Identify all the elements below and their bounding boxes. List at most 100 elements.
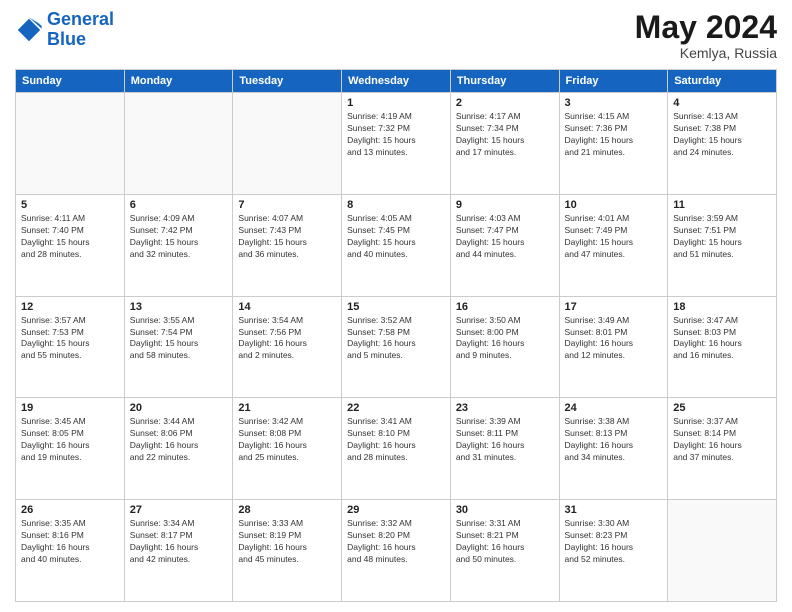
table-row: 21 Sunrise: 3:42 AM Sunset: 8:08 PM Dayli… [233, 398, 342, 500]
day-info: Sunrise: 3:37 AM Sunset: 8:14 PM Dayligh… [673, 416, 771, 464]
day-number: 10 [565, 199, 663, 211]
calendar-table: Sunday Monday Tuesday Wednesday Thursday… [15, 69, 777, 602]
day-number: 8 [347, 199, 445, 211]
table-row: 29 Sunrise: 3:32 AM Sunset: 8:20 PM Dayli… [342, 500, 451, 602]
day-number: 26 [21, 504, 119, 516]
col-wednesday: Wednesday [342, 70, 451, 93]
day-info: Sunrise: 3:45 AM Sunset: 8:05 PM Dayligh… [21, 416, 119, 464]
day-number: 5 [21, 199, 119, 211]
header: General Blue May 2024 Kemlya, Russia [15, 10, 777, 61]
logo-text: General Blue [47, 10, 114, 50]
day-number: 2 [456, 97, 554, 109]
day-number: 6 [130, 199, 228, 211]
calendar-week-3: 12 Sunrise: 3:57 AM Sunset: 7:53 PM Dayli… [16, 296, 777, 398]
logo-general: General [47, 9, 114, 29]
day-info: Sunrise: 3:59 AM Sunset: 7:51 PM Dayligh… [673, 213, 771, 261]
day-number: 14 [238, 301, 336, 313]
table-row: 19 Sunrise: 3:45 AM Sunset: 8:05 PM Dayli… [16, 398, 125, 500]
day-number: 27 [130, 504, 228, 516]
day-info: Sunrise: 3:50 AM Sunset: 8:00 PM Dayligh… [456, 315, 554, 363]
day-info: Sunrise: 4:19 AM Sunset: 7:32 PM Dayligh… [347, 111, 445, 159]
day-info: Sunrise: 3:57 AM Sunset: 7:53 PM Dayligh… [21, 315, 119, 363]
day-info: Sunrise: 3:31 AM Sunset: 8:21 PM Dayligh… [456, 518, 554, 566]
table-row: 30 Sunrise: 3:31 AM Sunset: 8:21 PM Dayli… [450, 500, 559, 602]
day-number: 16 [456, 301, 554, 313]
day-number: 21 [238, 402, 336, 414]
logo: General Blue [15, 10, 114, 50]
table-row: 11 Sunrise: 3:59 AM Sunset: 7:51 PM Dayli… [668, 194, 777, 296]
day-info: Sunrise: 3:39 AM Sunset: 8:11 PM Dayligh… [456, 416, 554, 464]
day-info: Sunrise: 3:52 AM Sunset: 7:58 PM Dayligh… [347, 315, 445, 363]
calendar-header-row: Sunday Monday Tuesday Wednesday Thursday… [16, 70, 777, 93]
day-number: 22 [347, 402, 445, 414]
col-thursday: Thursday [450, 70, 559, 93]
title-block: May 2024 Kemlya, Russia [635, 10, 777, 61]
day-number: 30 [456, 504, 554, 516]
day-info: Sunrise: 4:11 AM Sunset: 7:40 PM Dayligh… [21, 213, 119, 261]
day-info: Sunrise: 4:13 AM Sunset: 7:38 PM Dayligh… [673, 111, 771, 159]
col-tuesday: Tuesday [233, 70, 342, 93]
day-info: Sunrise: 4:05 AM Sunset: 7:45 PM Dayligh… [347, 213, 445, 261]
table-row: 6 Sunrise: 4:09 AM Sunset: 7:42 PM Daylig… [124, 194, 233, 296]
day-info: Sunrise: 4:17 AM Sunset: 7:34 PM Dayligh… [456, 111, 554, 159]
table-row: 26 Sunrise: 3:35 AM Sunset: 8:16 PM Dayli… [16, 500, 125, 602]
day-info: Sunrise: 3:41 AM Sunset: 8:10 PM Dayligh… [347, 416, 445, 464]
day-info: Sunrise: 3:54 AM Sunset: 7:56 PM Dayligh… [238, 315, 336, 363]
table-row: 24 Sunrise: 3:38 AM Sunset: 8:13 PM Dayli… [559, 398, 668, 500]
col-friday: Friday [559, 70, 668, 93]
day-info: Sunrise: 3:32 AM Sunset: 8:20 PM Dayligh… [347, 518, 445, 566]
table-row: 20 Sunrise: 3:44 AM Sunset: 8:06 PM Dayli… [124, 398, 233, 500]
table-row: 5 Sunrise: 4:11 AM Sunset: 7:40 PM Daylig… [16, 194, 125, 296]
day-number: 13 [130, 301, 228, 313]
calendar-week-2: 5 Sunrise: 4:11 AM Sunset: 7:40 PM Daylig… [16, 194, 777, 296]
table-row [124, 93, 233, 195]
calendar-title: May 2024 [635, 10, 777, 45]
table-row [233, 93, 342, 195]
day-number: 12 [21, 301, 119, 313]
table-row: 28 Sunrise: 3:33 AM Sunset: 8:19 PM Dayli… [233, 500, 342, 602]
day-number: 3 [565, 97, 663, 109]
day-info: Sunrise: 3:49 AM Sunset: 8:01 PM Dayligh… [565, 315, 663, 363]
day-info: Sunrise: 3:38 AM Sunset: 8:13 PM Dayligh… [565, 416, 663, 464]
table-row: 17 Sunrise: 3:49 AM Sunset: 8:01 PM Dayli… [559, 296, 668, 398]
calendar-week-5: 26 Sunrise: 3:35 AM Sunset: 8:16 PM Dayli… [16, 500, 777, 602]
table-row [668, 500, 777, 602]
day-info: Sunrise: 4:01 AM Sunset: 7:49 PM Dayligh… [565, 213, 663, 261]
day-info: Sunrise: 3:44 AM Sunset: 8:06 PM Dayligh… [130, 416, 228, 464]
day-number: 20 [130, 402, 228, 414]
table-row: 14 Sunrise: 3:54 AM Sunset: 7:56 PM Dayli… [233, 296, 342, 398]
table-row: 27 Sunrise: 3:34 AM Sunset: 8:17 PM Dayli… [124, 500, 233, 602]
calendar-subtitle: Kemlya, Russia [635, 45, 777, 61]
day-number: 4 [673, 97, 771, 109]
table-row: 22 Sunrise: 3:41 AM Sunset: 8:10 PM Dayli… [342, 398, 451, 500]
day-info: Sunrise: 3:33 AM Sunset: 8:19 PM Dayligh… [238, 518, 336, 566]
col-sunday: Sunday [16, 70, 125, 93]
day-number: 23 [456, 402, 554, 414]
day-number: 1 [347, 97, 445, 109]
day-number: 11 [673, 199, 771, 211]
day-info: Sunrise: 3:42 AM Sunset: 8:08 PM Dayligh… [238, 416, 336, 464]
day-number: 9 [456, 199, 554, 211]
day-number: 28 [238, 504, 336, 516]
day-info: Sunrise: 3:34 AM Sunset: 8:17 PM Dayligh… [130, 518, 228, 566]
table-row: 4 Sunrise: 4:13 AM Sunset: 7:38 PM Daylig… [668, 93, 777, 195]
day-number: 24 [565, 402, 663, 414]
table-row: 16 Sunrise: 3:50 AM Sunset: 8:00 PM Dayli… [450, 296, 559, 398]
day-info: Sunrise: 3:35 AM Sunset: 8:16 PM Dayligh… [21, 518, 119, 566]
col-saturday: Saturday [668, 70, 777, 93]
table-row: 2 Sunrise: 4:17 AM Sunset: 7:34 PM Daylig… [450, 93, 559, 195]
table-row: 7Sunrise: 4:07 AM Sunset: 7:43 PM Daylig… [233, 194, 342, 296]
day-number: 29 [347, 504, 445, 516]
calendar-week-4: 19 Sunrise: 3:45 AM Sunset: 8:05 PM Dayli… [16, 398, 777, 500]
day-info: Sunrise: 4:07 AM Sunset: 7:43 PM Dayligh… [238, 213, 336, 261]
logo-icon [15, 16, 43, 44]
day-info: Sunrise: 3:30 AM Sunset: 8:23 PM Dayligh… [565, 518, 663, 566]
table-row: 15Sunrise: 3:52 AM Sunset: 7:58 PM Dayli… [342, 296, 451, 398]
table-row: 8 Sunrise: 4:05 AM Sunset: 7:45 PM Daylig… [342, 194, 451, 296]
day-number: 19 [21, 402, 119, 414]
day-number: 17 [565, 301, 663, 313]
day-info: Sunrise: 4:09 AM Sunset: 7:42 PM Dayligh… [130, 213, 228, 261]
day-info: Sunrise: 4:15 AM Sunset: 7:36 PM Dayligh… [565, 111, 663, 159]
day-number: 31 [565, 504, 663, 516]
table-row: 23 Sunrise: 3:39 AM Sunset: 8:11 PM Dayli… [450, 398, 559, 500]
